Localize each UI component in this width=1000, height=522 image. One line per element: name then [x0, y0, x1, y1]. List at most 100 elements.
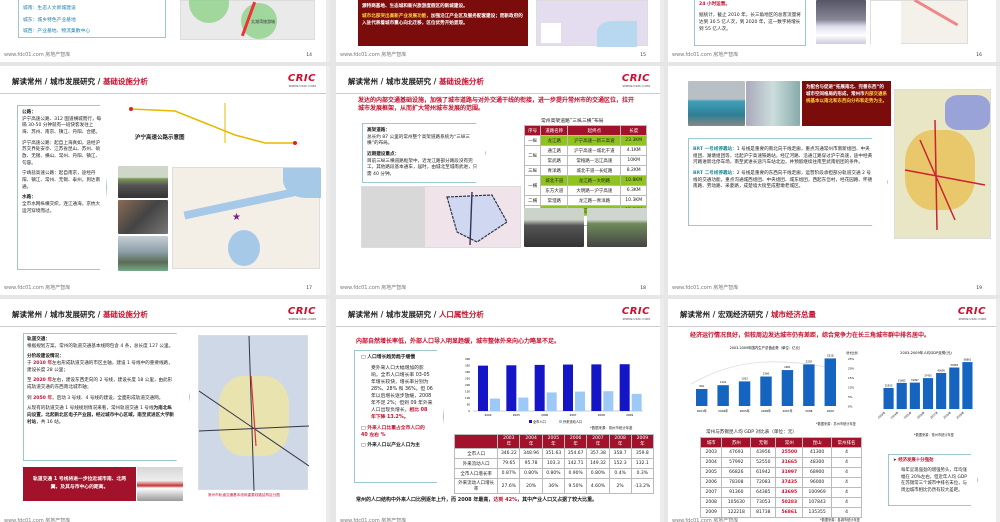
- table-cell: 351.63: [541, 448, 566, 459]
- gdp-bar: [803, 364, 815, 406]
- x-tick-label: 2006年: [916, 410, 926, 419]
- gdp-bar: [717, 385, 729, 406]
- slide-22[interactable]: 解读常州 / 宏观经济研究 / 城市经济总量 CRIC WWW.CRIC.COM …: [668, 299, 1000, 522]
- table-cell: 43695: [775, 487, 804, 498]
- table-cell: 31665: [775, 457, 804, 468]
- hours-text: 24 小时运营。: [699, 2, 730, 7]
- footer-url[interactable]: www.fdc01.com 房地产智库: [4, 284, 70, 291]
- y2-tick-label: 25%: [848, 357, 855, 361]
- footer-url[interactable]: www.fdc01.com 房地产智库: [672, 51, 738, 58]
- table-cell: 348.96: [519, 448, 543, 459]
- slide-18[interactable]: 解读常州 / 城市发展研究 / 基础设施分析 CRIC WWW.CRIC.COM …: [336, 66, 664, 295]
- table-cell: 357.38: [586, 448, 610, 459]
- breadcrumb: 解读常州 / 宏观经济研究 / 城市经济总量: [680, 310, 816, 319]
- brt-route-map: [894, 89, 991, 239]
- x-tick-label: 2007年: [782, 409, 792, 413]
- footer-url[interactable]: www.fdc01.com 房地产智库: [340, 517, 406, 522]
- y-tick-label: 200: [465, 383, 470, 387]
- x-tick-label: 2005: [513, 413, 520, 417]
- y2-tick-label: 15%: [848, 376, 855, 380]
- table-row: 全市人口增长率 0.87% 0.80% 0.80% 0.90% 0.80% 0.4% 0.3%: [453, 468, 655, 479]
- column-header: 城市: [699, 437, 723, 448]
- slide-19[interactable]: 为配合与促进“拓展南北、完善东西”的城市空间格局的形成，常州市内部交通系统基本以…: [668, 66, 1000, 295]
- group-cell: 三纵: [523, 165, 542, 176]
- table-title: 常州与苏锡昆人均 GDP 对比表（单位：元）: [706, 430, 797, 435]
- table-cell: 64385: [750, 487, 777, 498]
- table-cell: 4.1KM: [620, 145, 647, 156]
- footer-url[interactable]: www.fdc01.com 房地产智库: [4, 51, 70, 58]
- table-cell: 100969: [802, 487, 833, 498]
- table-cell: 10.3KM: [620, 195, 647, 206]
- y-tick-label: 250: [465, 377, 470, 381]
- bar-migrant: [490, 398, 500, 411]
- x-tick-label: 2003年: [878, 410, 886, 419]
- slide-21[interactable]: 解读常州 / 城市发展研究 / 人口属性分析 CRIC WWW.CRIC.COM …: [336, 299, 664, 522]
- gdp-per-capita-chart: 2003-2009年人均GDP走势(元) 25500 2003年 31665 2004年…: [878, 350, 973, 420]
- data-label: 25500: [885, 384, 893, 387]
- population-summary: 常州的人口结构中外来人口比例逐年上升，而 2008 年最高，达到 42%，其中产…: [356, 497, 598, 503]
- bar-total: [478, 365, 488, 411]
- page-number: 17: [306, 286, 312, 291]
- gdp-bar: [738, 381, 751, 406]
- table-cell: 103.3: [541, 458, 566, 469]
- table-cell: 52550: [750, 457, 777, 468]
- gdp-per-capita-bar: [962, 362, 973, 409]
- gdp-per-capita-bar: [883, 387, 894, 409]
- table-cell: 36%: [541, 478, 566, 494]
- footer-url[interactable]: www.fdc01.com 房地产智库: [672, 517, 738, 522]
- brt-summary-box: 为配合与促进“拓展南北、完善东西”的城市空间格局的形成，常州市内部交通系统基本以…: [802, 81, 891, 126]
- cric-logo: CRIC WWW.CRIC.COM: [957, 306, 986, 321]
- gdp-bar: [781, 370, 794, 406]
- table-cell: 大明路—沪宁高速: [567, 185, 622, 196]
- footer-url[interactable]: www.fdc01.com 房地产智库: [4, 517, 70, 522]
- metro-train-photo: [137, 467, 183, 501]
- column-header: 道路名称: [540, 125, 569, 136]
- interchange-photo: [118, 200, 168, 234]
- region-map: ★: [172, 167, 321, 269]
- table-cell: 91360: [721, 487, 752, 498]
- data-label: 31665: [898, 379, 906, 382]
- slide-20[interactable]: 解读常州 / 城市发展研究 / 基础设施分析 CRIC WWW.CRIC.COM …: [0, 299, 330, 522]
- slide-14[interactable]: 城南：生态人文新城建设 城东：城乡特色产业基地 城西：产业基地、物流集散中心 太…: [0, 0, 330, 62]
- population-chart: 0 50 100 150 200 250 300 350 400 2004 2005 2006 2007…: [465, 357, 643, 424]
- table-cell: 常澄路: [540, 195, 569, 206]
- chart-title: 2003-2009年人均GDP走势(元): [900, 350, 952, 355]
- table-cell: 132.1: [630, 458, 655, 469]
- table-header-row: 序号 道路名称 起终点 长度: [523, 125, 647, 136]
- slide-16[interactable]: 24 小时运营。 据统计，截止 2010 年，长三角地区的总客流量将达到 30.…: [668, 0, 1000, 62]
- footer-url[interactable]: www.fdc01.com 房地产智库: [340, 51, 406, 58]
- column-header: [453, 434, 499, 449]
- data-label: 2518: [827, 353, 834, 357]
- gdp-per-capita-bar: [936, 372, 947, 409]
- gdp-per-capita-bar: [949, 367, 960, 409]
- table-cell: 2%: [608, 478, 632, 494]
- table-cell: 73053: [750, 497, 777, 508]
- table-header-row: 城市 苏州 无锡 常州 昆山 常州排名: [699, 437, 862, 448]
- table-row: 2006 78308 72083 37435 96000 4: [699, 477, 862, 488]
- brt-station-photo: [746, 81, 800, 126]
- y-tick-label: 400: [465, 357, 470, 361]
- bar-total: [534, 364, 545, 411]
- legend-swatch: [559, 420, 562, 423]
- cric-logo: CRIC WWW.CRIC.COM: [287, 306, 316, 321]
- highway-photo: [118, 166, 168, 198]
- slide-17[interactable]: 解读常州 / 城市发展研究 / 基础设施分析 CRIC WWW.CRIC.COM …: [0, 66, 330, 295]
- legend-label: 全市人口: [533, 419, 546, 424]
- x-tick-label: 2007: [569, 413, 576, 417]
- footer-url[interactable]: www.fdc01.com 房地产智库: [672, 284, 738, 291]
- bar-migrant: [631, 393, 642, 411]
- district-item: 城南：生态人文新城建设: [23, 6, 76, 11]
- table-cell: 66826: [721, 467, 752, 478]
- table-cell: 0.80%: [541, 468, 566, 479]
- table-cell: 20%: [519, 478, 543, 494]
- passenger-text-box: 24 小时运营。 据统计，截止 2010 年，长三角地区的总客流量将达到 30.…: [694, 0, 806, 46]
- x-tick-label: 2009年: [955, 410, 965, 419]
- population-text-box: □ 人口增长趋势趋于缓慢 受外来人口大幅增加的影响，全市人口增长率 03-05 …: [354, 350, 444, 483]
- chart-source: *数据来源：常州市统计年鉴: [914, 433, 954, 437]
- column-header: 长度: [620, 125, 647, 136]
- footer-url[interactable]: www.fdc01.com 房地产智库: [340, 284, 406, 291]
- page-number: 16: [976, 53, 982, 58]
- table-cell: 354.67: [564, 448, 588, 459]
- gdp-chart: 2003-2009年国内生产总值走势（单位：亿元） 增长比例 25% 20% 15% 10…: [690, 345, 858, 413]
- slide-15[interactable]: 源特商基地、生态城和新兴旅游度假区的新城建设。 城市北部突出高新产业发展功能，加…: [336, 0, 664, 62]
